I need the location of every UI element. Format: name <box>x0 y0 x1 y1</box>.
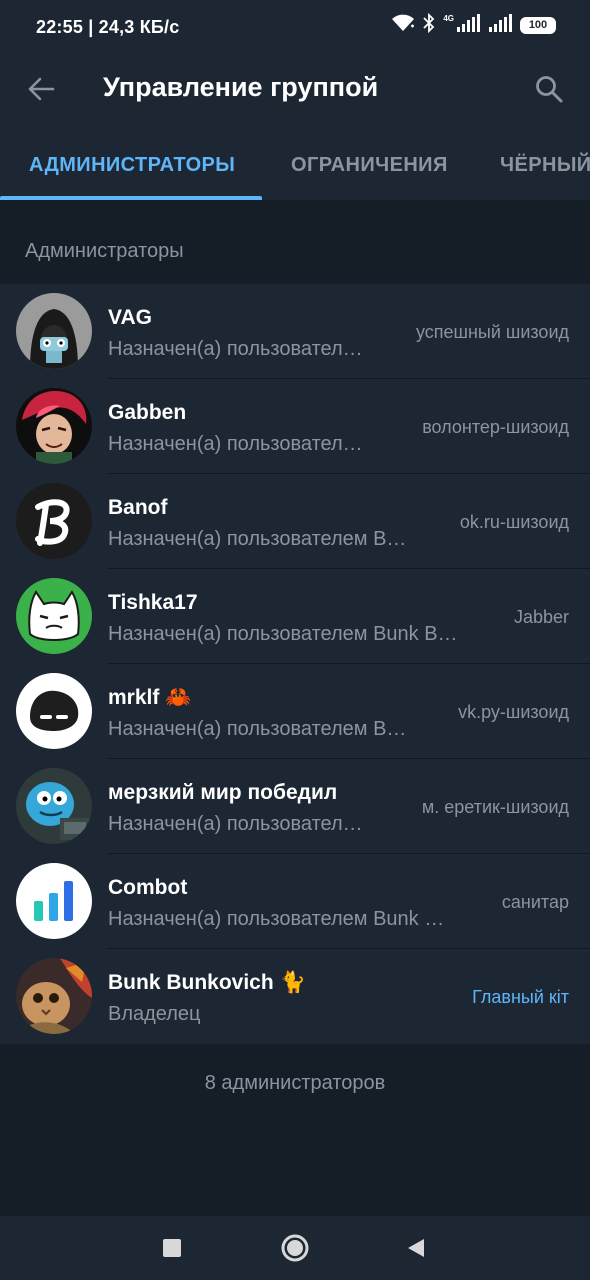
network-type-label: 4G <box>443 14 454 23</box>
section-header: Администраторы <box>25 240 184 262</box>
avatar <box>16 483 92 559</box>
admin-subtitle: Назначен(а) пользователем B… <box>108 528 407 550</box>
avatar <box>16 958 92 1034</box>
admin-row-tishka17[interactable]: Tishka17 Назначен(а) пользователем Bunk … <box>0 569 590 664</box>
back-triangle-icon <box>408 1239 424 1257</box>
tab-restrictions[interactable]: ОГРАНИЧЕНИЯ <box>291 154 448 177</box>
tab-blacklist[interactable]: ЧЁРНЫЙ <box>500 154 590 177</box>
admin-row-vag[interactable]: VAG Назначен(а) пользовател… успешный ши… <box>0 284 590 379</box>
status-time-speed: 22:55 | 24,3 КБ/с <box>36 17 180 37</box>
admin-row-merzkiy-mir[interactable]: мерзкий мир победил Назначен(а) пользова… <box>0 759 590 854</box>
admin-subtitle: Назначен(а) пользователем Bunk … <box>108 908 445 930</box>
admin-rank: волонтер-шизоид <box>422 417 569 437</box>
admin-rank: Главный кіт <box>472 987 569 1007</box>
admins-content: Администраторы VAG Назначен(а) пользоват… <box>0 200 590 1216</box>
admin-name: Combot <box>108 876 188 899</box>
admin-subtitle: Назначен(а) пользователем Bunk B… <box>108 623 458 645</box>
admin-name: Banof <box>108 496 168 519</box>
admin-subtitle: Назначен(а) пользовател… <box>108 338 363 360</box>
home-circle-icon <box>281 1234 309 1262</box>
arrow-left-icon <box>28 77 55 101</box>
avatar <box>16 863 92 939</box>
admin-subtitle: Владелец <box>108 1003 201 1025</box>
admin-subtitle: Назначен(а) пользовател… <box>108 433 363 455</box>
search-icon <box>536 76 563 103</box>
avatar <box>16 293 92 369</box>
recents-square-icon <box>163 1239 181 1257</box>
admin-row-mrklf[interactable]: mrklf 🦀 Назначен(а) пользователем B… vk.… <box>0 664 590 759</box>
status-bar: 22:55 | 24,3 КБ/с 4G 100 <box>0 0 590 46</box>
tabs-bar: АДМИНИСТРАТОРЫ ОГРАНИЧЕНИЯ ЧЁРНЫЙ <box>0 130 590 200</box>
admins-count: 8 администраторов <box>204 1072 386 1094</box>
admin-row-bunk-bunkovich[interactable]: Bunk Bunkovich 🐈 Владелец Главный кіт <box>0 949 590 1044</box>
app-bar: Управление группой <box>0 46 590 130</box>
admin-row-banof[interactable]: Banof Назначен(а) пользователем B… ok.ru… <box>0 474 590 569</box>
group-management-screen: 22:55 | 24,3 КБ/с 4G 100 Управление груп… <box>0 0 590 1280</box>
admin-name: Bunk Bunkovich 🐈 <box>108 971 306 994</box>
admin-rank: м. еретик-шизоид <box>421 797 569 817</box>
bluetooth-icon <box>423 12 435 38</box>
admin-name: Tishka17 <box>108 591 198 614</box>
back-button[interactable] <box>20 68 62 110</box>
page-title: Управление группой <box>103 72 379 102</box>
avatar <box>16 768 92 844</box>
admin-rank: Jabber <box>513 607 569 627</box>
battery-icon: 100 <box>520 16 556 34</box>
home-button[interactable] <box>279 1232 311 1264</box>
admin-rank: санитар <box>501 892 569 912</box>
admin-row-gabben[interactable]: Gabben Назначен(а) пользовател… волонтер… <box>0 379 590 474</box>
wifi-icon <box>391 14 415 37</box>
admin-subtitle: Назначен(а) пользовател… <box>108 813 363 835</box>
admin-row-combot[interactable]: Combot Назначен(а) пользователем Bunk … … <box>0 854 590 949</box>
avatar <box>16 388 92 464</box>
admin-name: мерзкий мир победил <box>108 781 338 804</box>
search-button[interactable] <box>528 68 570 110</box>
signal-icon <box>488 13 512 37</box>
admin-name: VAG <box>108 306 152 329</box>
admin-name: Gabben <box>108 401 187 424</box>
avatar <box>16 578 92 654</box>
status-icons: 4G 100 <box>391 12 556 38</box>
admin-rank: vk.ру-шизоид <box>458 702 569 722</box>
recents-button[interactable] <box>156 1232 188 1264</box>
signal-icon <box>456 13 480 37</box>
admin-rank: ok.ru-шизоид <box>459 512 569 532</box>
avatar <box>16 673 92 749</box>
tab-administrators[interactable]: АДМИНИСТРАТОРЫ <box>29 154 235 177</box>
admin-name: mrklf 🦀 <box>108 686 192 709</box>
back-nav-button[interactable] <box>400 1232 432 1264</box>
admins-list: VAG Назначен(а) пользовател… успешный ши… <box>0 284 590 1044</box>
navigation-bar <box>0 1216 590 1280</box>
admin-rank: успешный шизоид <box>415 322 569 342</box>
admin-subtitle: Назначен(а) пользователем B… <box>108 718 407 740</box>
